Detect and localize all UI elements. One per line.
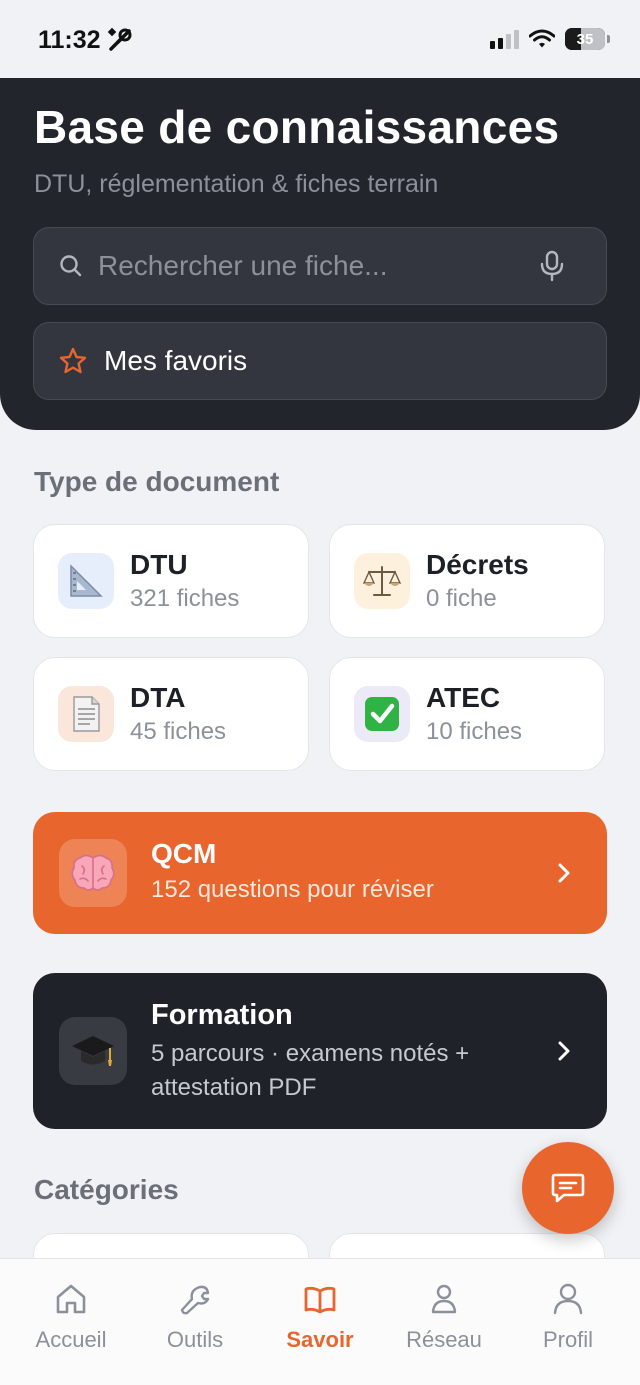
check-mark-icon [354, 686, 410, 742]
brain-icon [59, 839, 127, 907]
user-icon [553, 1283, 583, 1315]
formation-banner[interactable]: Formation 5 parcours · examens notés + a… [33, 973, 607, 1129]
nav-item-accueil[interactable]: Accueil [7, 1259, 135, 1385]
doc-card-count: 45 fiches [130, 718, 227, 745]
page-subtitle: DTU, réglementation & fiches terrain [34, 170, 439, 198]
formation-subtitle: 5 parcours · examens notés + attestation… [151, 1040, 470, 1101]
status-bar: 11:32 35 [0, 0, 640, 78]
qcm-title: QCM [151, 838, 217, 869]
scales-icon [354, 553, 410, 609]
wrench-icon [180, 1285, 210, 1315]
doc-card-title: ATEC [426, 682, 501, 713]
qcm-banner[interactable]: QCM 152 questions pour réviser [33, 812, 607, 934]
set-square-icon [58, 553, 114, 609]
book-icon [304, 1286, 336, 1314]
nav-label: Profil [542, 1327, 594, 1352]
doc-card-decrets[interactable]: Décrets 0 fiche [329, 524, 605, 638]
graduation-cap-icon [59, 1017, 127, 1085]
doc-card-title: DTA [130, 682, 186, 713]
nav-label: Savoir [286, 1327, 354, 1352]
formation-title: Formation [151, 999, 293, 1031]
battery-level: 35 [576, 30, 594, 48]
microphone-icon[interactable] [538, 250, 566, 282]
page-title: Base de connaissances [34, 101, 560, 153]
nav-item-reseau[interactable]: Réseau [380, 1259, 508, 1385]
doc-card-atec[interactable]: ATEC 10 fiches [329, 657, 605, 771]
status-indicators: 35 [490, 28, 610, 50]
nav-label: Outils [166, 1327, 224, 1352]
header: Base de connaissances DTU, réglementatio… [0, 78, 640, 430]
chevron-right-icon [558, 863, 570, 883]
chat-icon [551, 1173, 585, 1203]
search-input[interactable] [98, 250, 538, 282]
chevron-right-icon [558, 1041, 570, 1061]
doc-card-count: 321 fiches [130, 585, 240, 612]
wifi-icon [529, 29, 555, 48]
star-icon [59, 347, 87, 374]
nav-label: Accueil [35, 1327, 107, 1352]
search-icon [60, 255, 82, 277]
favorites-label: Mes favoris [104, 345, 248, 376]
doc-card-dta[interactable]: DTA 45 fiches [33, 657, 309, 771]
document-icon [58, 686, 114, 742]
doc-card-title: Décrets [426, 549, 529, 580]
section-heading-categories: Catégories [34, 1174, 179, 1205]
doc-card-dtu[interactable]: DTU 321 fiches [33, 524, 309, 638]
cellular-signal-icon [490, 29, 519, 49]
battery-icon: 35 [565, 28, 605, 50]
person-icon [431, 1284, 457, 1314]
favorites-button[interactable]: Mes favoris [33, 322, 607, 400]
nav-label: Réseau [406, 1327, 482, 1352]
nav-item-savoir[interactable]: Savoir [256, 1259, 384, 1385]
tools-icon [107, 27, 132, 51]
section-heading-doc-types: Type de document [34, 466, 280, 497]
home-icon [56, 1284, 86, 1314]
doc-card-count: 10 fiches [426, 718, 523, 745]
nav-item-outils[interactable]: Outils [131, 1259, 259, 1385]
nav-item-profil[interactable]: Profil [504, 1259, 632, 1385]
bottom-nav: Accueil Outils Savoir Réseau Profil [0, 1258, 640, 1385]
qcm-subtitle: 152 questions pour réviser [151, 876, 434, 903]
doc-card-title: DTU [130, 549, 188, 580]
chat-button[interactable] [522, 1142, 614, 1234]
search-box[interactable] [33, 227, 607, 305]
status-time: 11:32 [38, 26, 101, 54]
doc-card-count: 0 fiche [426, 585, 497, 612]
